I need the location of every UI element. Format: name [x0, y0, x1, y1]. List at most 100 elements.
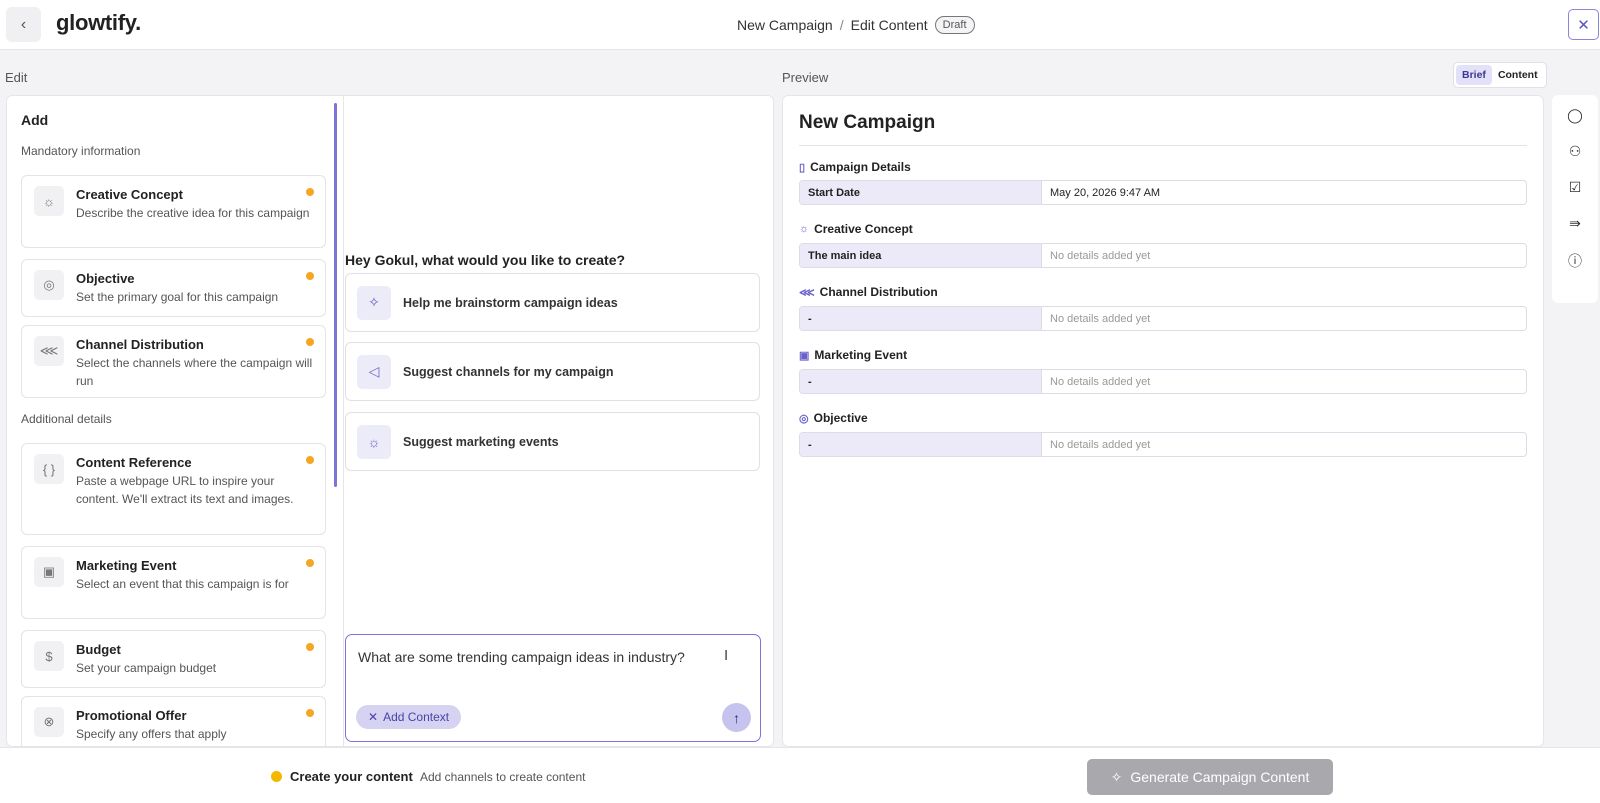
preview-row-value: No details added yet: [1050, 375, 1151, 388]
edit-panel: Add Mandatory information ☼ Creative Con…: [6, 95, 774, 747]
add-item-title: Content Reference: [76, 455, 192, 470]
add-item-content-reference[interactable]: { } Content Reference Paste a webpage UR…: [21, 443, 326, 535]
required-dot: [306, 188, 314, 196]
preview-row-key: -: [800, 307, 1042, 330]
toggle-content[interactable]: Content: [1492, 65, 1544, 85]
preview-section-label: Preview: [782, 70, 829, 85]
add-item-channel-distribution[interactable]: ⋘ Channel Distribution Select the channe…: [21, 325, 326, 398]
assistant-greeting: Hey Gokul, what would you like to create…: [345, 252, 626, 268]
add-item-title: Creative Concept: [76, 187, 183, 202]
add-item-objective[interactable]: ◎ Objective Set the primary goal for thi…: [21, 259, 326, 317]
preview-section-objective: ◎ Objective: [799, 411, 868, 425]
comment-icon[interactable]: ◯: [1552, 107, 1598, 124]
add-item-budget[interactable]: $ Budget Set your campaign budget: [21, 630, 326, 688]
add-item-creative-concept[interactable]: ☼ Creative Concept Describe the creative…: [21, 175, 326, 248]
preview-section-heading: Marketing Event: [814, 348, 908, 362]
add-item-desc: Paste a webpage URL to inspire your cont…: [76, 474, 294, 506]
add-item-desc: Set your campaign budget: [76, 661, 217, 675]
add-item-title: Marketing Event: [76, 558, 177, 573]
required-dot: [306, 456, 314, 464]
preview-section-heading: Campaign Details: [810, 160, 911, 174]
add-list-scrollbar[interactable]: [334, 103, 337, 487]
generate-label: Generate Campaign Content: [1130, 769, 1310, 785]
mandatory-label: Mandatory information: [21, 144, 141, 158]
lightbulb-icon: ☼: [34, 186, 64, 216]
bottom-bar: Create your content Add channels to crea…: [0, 747, 1600, 803]
info-icon[interactable]: ⓘ: [1552, 251, 1598, 271]
suggestion-channels[interactable]: ◁ Suggest channels for my campaign: [345, 342, 760, 401]
prompt-box: What are some trending campaign ideas in…: [345, 634, 761, 742]
lightbulb-icon: ☼: [799, 223, 810, 235]
sparkle-icon: ✧: [357, 285, 391, 320]
chevron-left-icon: ‹: [20, 15, 27, 33]
breadcrumb-edit-content: Edit Content: [850, 17, 928, 33]
required-dot: [306, 272, 314, 280]
checkbox-icon[interactable]: ☑: [1552, 179, 1598, 196]
preview-panel: New Campaign ▯ Campaign Details Start Da…: [782, 95, 1544, 747]
status-badge: Draft: [934, 16, 975, 34]
preview-title: New Campaign: [799, 112, 936, 133]
add-item-title: Channel Distribution: [76, 337, 204, 352]
preview-section-campaign-details: ▯ Campaign Details: [799, 160, 911, 174]
calendar-icon: ▣: [799, 349, 810, 362]
preview-section-heading: Objective: [813, 411, 868, 425]
additional-label: Additional details: [21, 412, 112, 426]
preview-row-key: The main idea: [800, 244, 1042, 267]
status-dot: [271, 771, 282, 782]
dollar-icon: $: [34, 641, 64, 671]
toggle-brief[interactable]: Brief: [1456, 65, 1492, 85]
user-icon[interactable]: ⚇: [1552, 143, 1598, 160]
braces-icon: { }: [34, 454, 64, 484]
lightbulb-icon: ☼: [357, 424, 391, 459]
preview-section-heading: Channel Distribution: [819, 285, 938, 299]
add-item-marketing-event[interactable]: ▣ Marketing Event Select an event that t…: [21, 546, 326, 619]
required-dot: [306, 559, 314, 567]
suggestion-brainstorm[interactable]: ✧ Help me brainstorm campaign ideas: [345, 273, 760, 332]
preview-section-heading: Creative Concept: [814, 222, 913, 236]
preview-row[interactable]: - No details added yet: [799, 432, 1527, 457]
suggestion-events[interactable]: ☼ Suggest marketing events: [345, 412, 760, 471]
calendar-icon: ▣: [34, 557, 64, 587]
add-item-desc: Select the channels where the campaign w…: [76, 356, 313, 388]
preview-row-value: No details added yet: [1050, 249, 1151, 262]
send-button[interactable]: ↑: [722, 703, 751, 732]
text-cursor-icon: I: [724, 647, 729, 664]
panel-divider: [343, 96, 344, 746]
close-icon: ✕: [368, 710, 379, 724]
close-icon: ✕: [1577, 16, 1590, 34]
prompt-input[interactable]: What are some trending campaign ideas in…: [358, 649, 718, 665]
add-item-promotional-offer[interactable]: ⊗ Promotional Offer Specify any offers t…: [21, 696, 326, 746]
add-item-desc: Describe the creative idea for this camp…: [76, 206, 310, 220]
preview-section-creative-concept: ☼ Creative Concept: [799, 222, 913, 236]
share-icon: ⋘: [799, 286, 815, 299]
required-dot: [306, 709, 314, 717]
preview-row[interactable]: - No details added yet: [799, 369, 1527, 394]
suggestion-label: Suggest marketing events: [403, 434, 559, 449]
share-arrow-icon[interactable]: ⇛: [1552, 215, 1598, 232]
preview-row[interactable]: The main idea No details added yet: [799, 243, 1527, 268]
target-icon: ◎: [799, 412, 809, 425]
add-context-button[interactable]: ✕ Add Context: [356, 705, 462, 729]
back-button[interactable]: ‹: [6, 7, 41, 42]
preview-row[interactable]: - No details added yet: [799, 306, 1527, 331]
required-dot: [306, 338, 314, 346]
generate-campaign-content-button[interactable]: ✧ Generate Campaign Content: [1087, 759, 1333, 795]
share-icon: ⋘: [34, 336, 64, 366]
top-bar: ‹ glowtify. New Campaign / Edit Content …: [0, 0, 1600, 50]
preview-divider: [799, 145, 1527, 146]
add-context-label: Add Context: [383, 710, 450, 724]
preview-row[interactable]: Start Date May 20, 2026 9:47 AM: [799, 180, 1527, 205]
megaphone-icon: ◁: [357, 354, 391, 389]
close-button[interactable]: ✕: [1568, 9, 1599, 40]
breadcrumb-campaign[interactable]: New Campaign: [737, 17, 833, 33]
preview-row-key: Start Date: [800, 181, 1042, 204]
preview-row-key: -: [800, 433, 1042, 456]
required-dot: [306, 643, 314, 651]
preview-section-channel-distribution: ⋘ Channel Distribution: [799, 285, 938, 299]
edit-section-label: Edit: [5, 70, 28, 85]
breadcrumb: New Campaign / Edit Content Draft: [737, 16, 975, 34]
preview-row-value: No details added yet: [1050, 438, 1151, 451]
view-toggle: Brief Content: [1453, 62, 1547, 88]
sparkle-icon: ✧: [1110, 768, 1123, 785]
breadcrumb-separator: /: [839, 17, 844, 33]
